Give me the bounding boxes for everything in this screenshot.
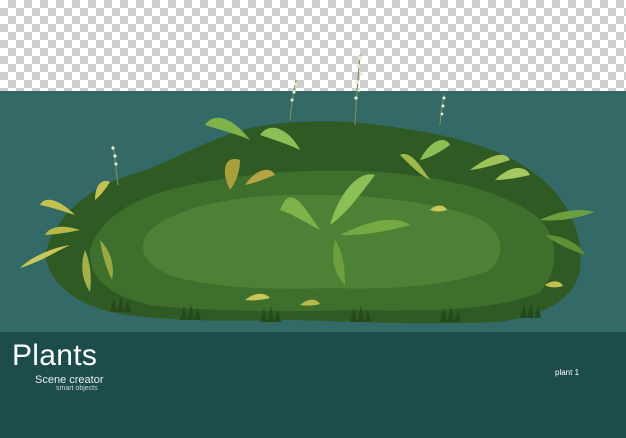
item-label: plant 1 xyxy=(555,368,580,377)
grass-highlight xyxy=(142,194,501,289)
caption: smart objects xyxy=(56,385,98,392)
page-title: Plants xyxy=(12,339,98,372)
